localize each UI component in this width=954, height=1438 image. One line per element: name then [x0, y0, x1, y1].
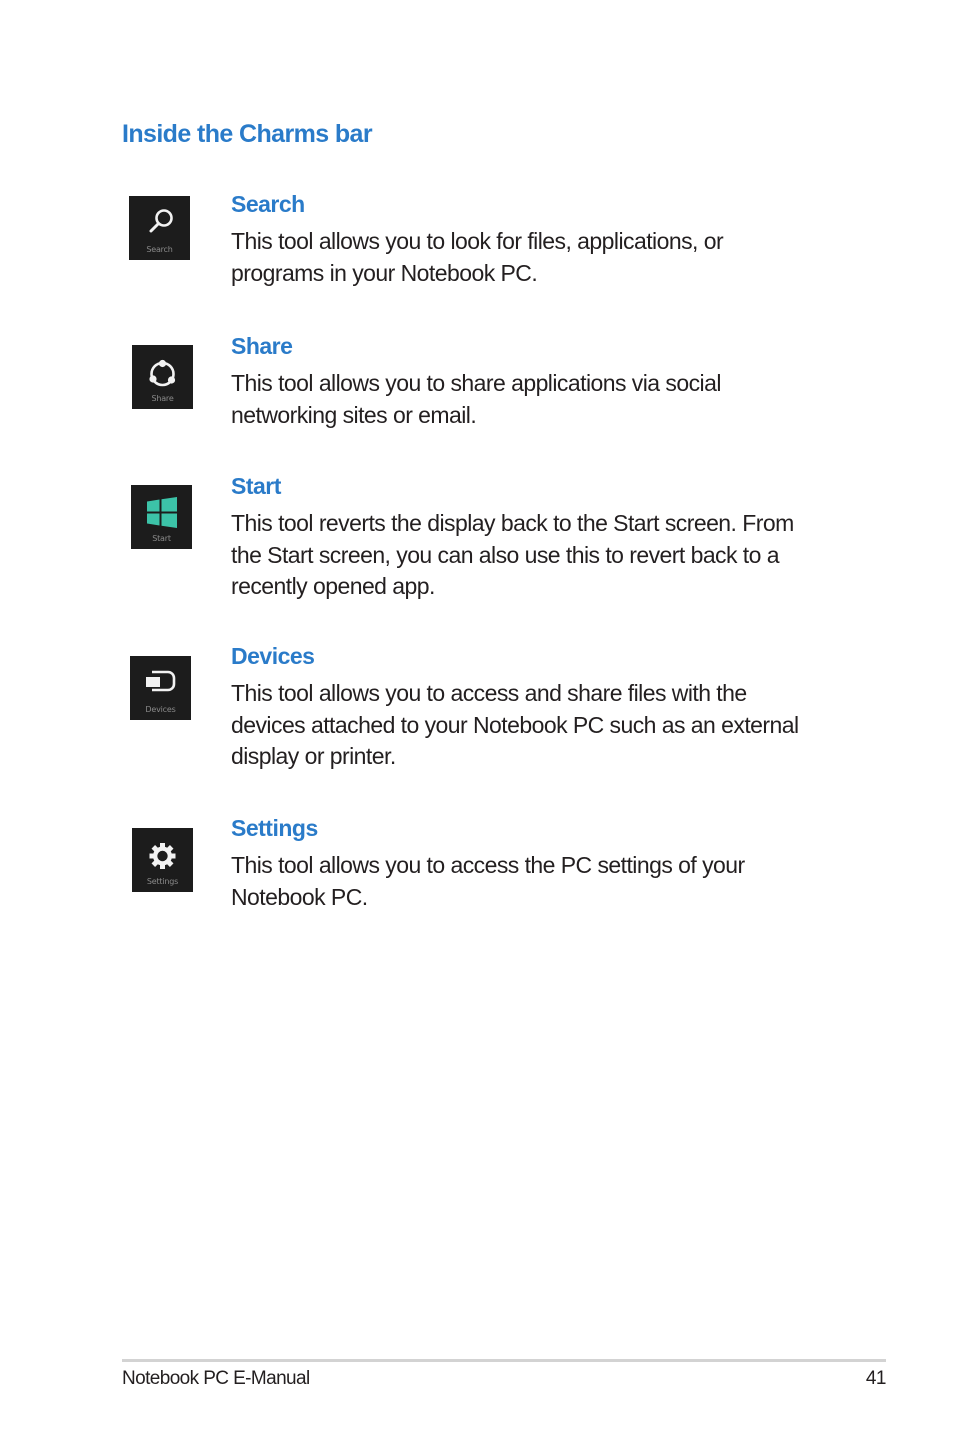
section-heading: Inside the Charms bar [122, 120, 373, 148]
charm-title: Share [231, 333, 293, 359]
charm-description: This tool allows you to share applicatio… [231, 370, 721, 428]
page-number: 41 [865, 1368, 887, 1389]
tile-label: Start [152, 534, 171, 543]
charm-description: This tool allows you to look for files, … [231, 228, 724, 286]
footer-divider [122, 1359, 886, 1362]
devices-tile: Devices [130, 656, 191, 720]
tile-label: Search [146, 245, 173, 254]
charm-title: Search [231, 191, 305, 217]
tile-label: Share [151, 394, 174, 403]
charm-title: Start [231, 473, 281, 499]
charm-description: This tool allows you to access and share… [231, 680, 799, 770]
start-tile: Start [131, 485, 192, 549]
charm-title: Settings [231, 815, 318, 841]
charm-description: This tool allows you to access the PC se… [231, 852, 745, 910]
share-tile: Share [132, 345, 193, 409]
charm-title: Devices [231, 643, 315, 669]
settings-tile: Settings [132, 828, 193, 892]
charm-description: This tool reverts the display back to th… [231, 510, 794, 600]
footer-manual-title: Notebook PC E-Manual [122, 1368, 310, 1389]
tile-label: Settings [146, 877, 179, 886]
search-tile: Search [129, 196, 190, 260]
tile-label: Devices [145, 705, 176, 714]
